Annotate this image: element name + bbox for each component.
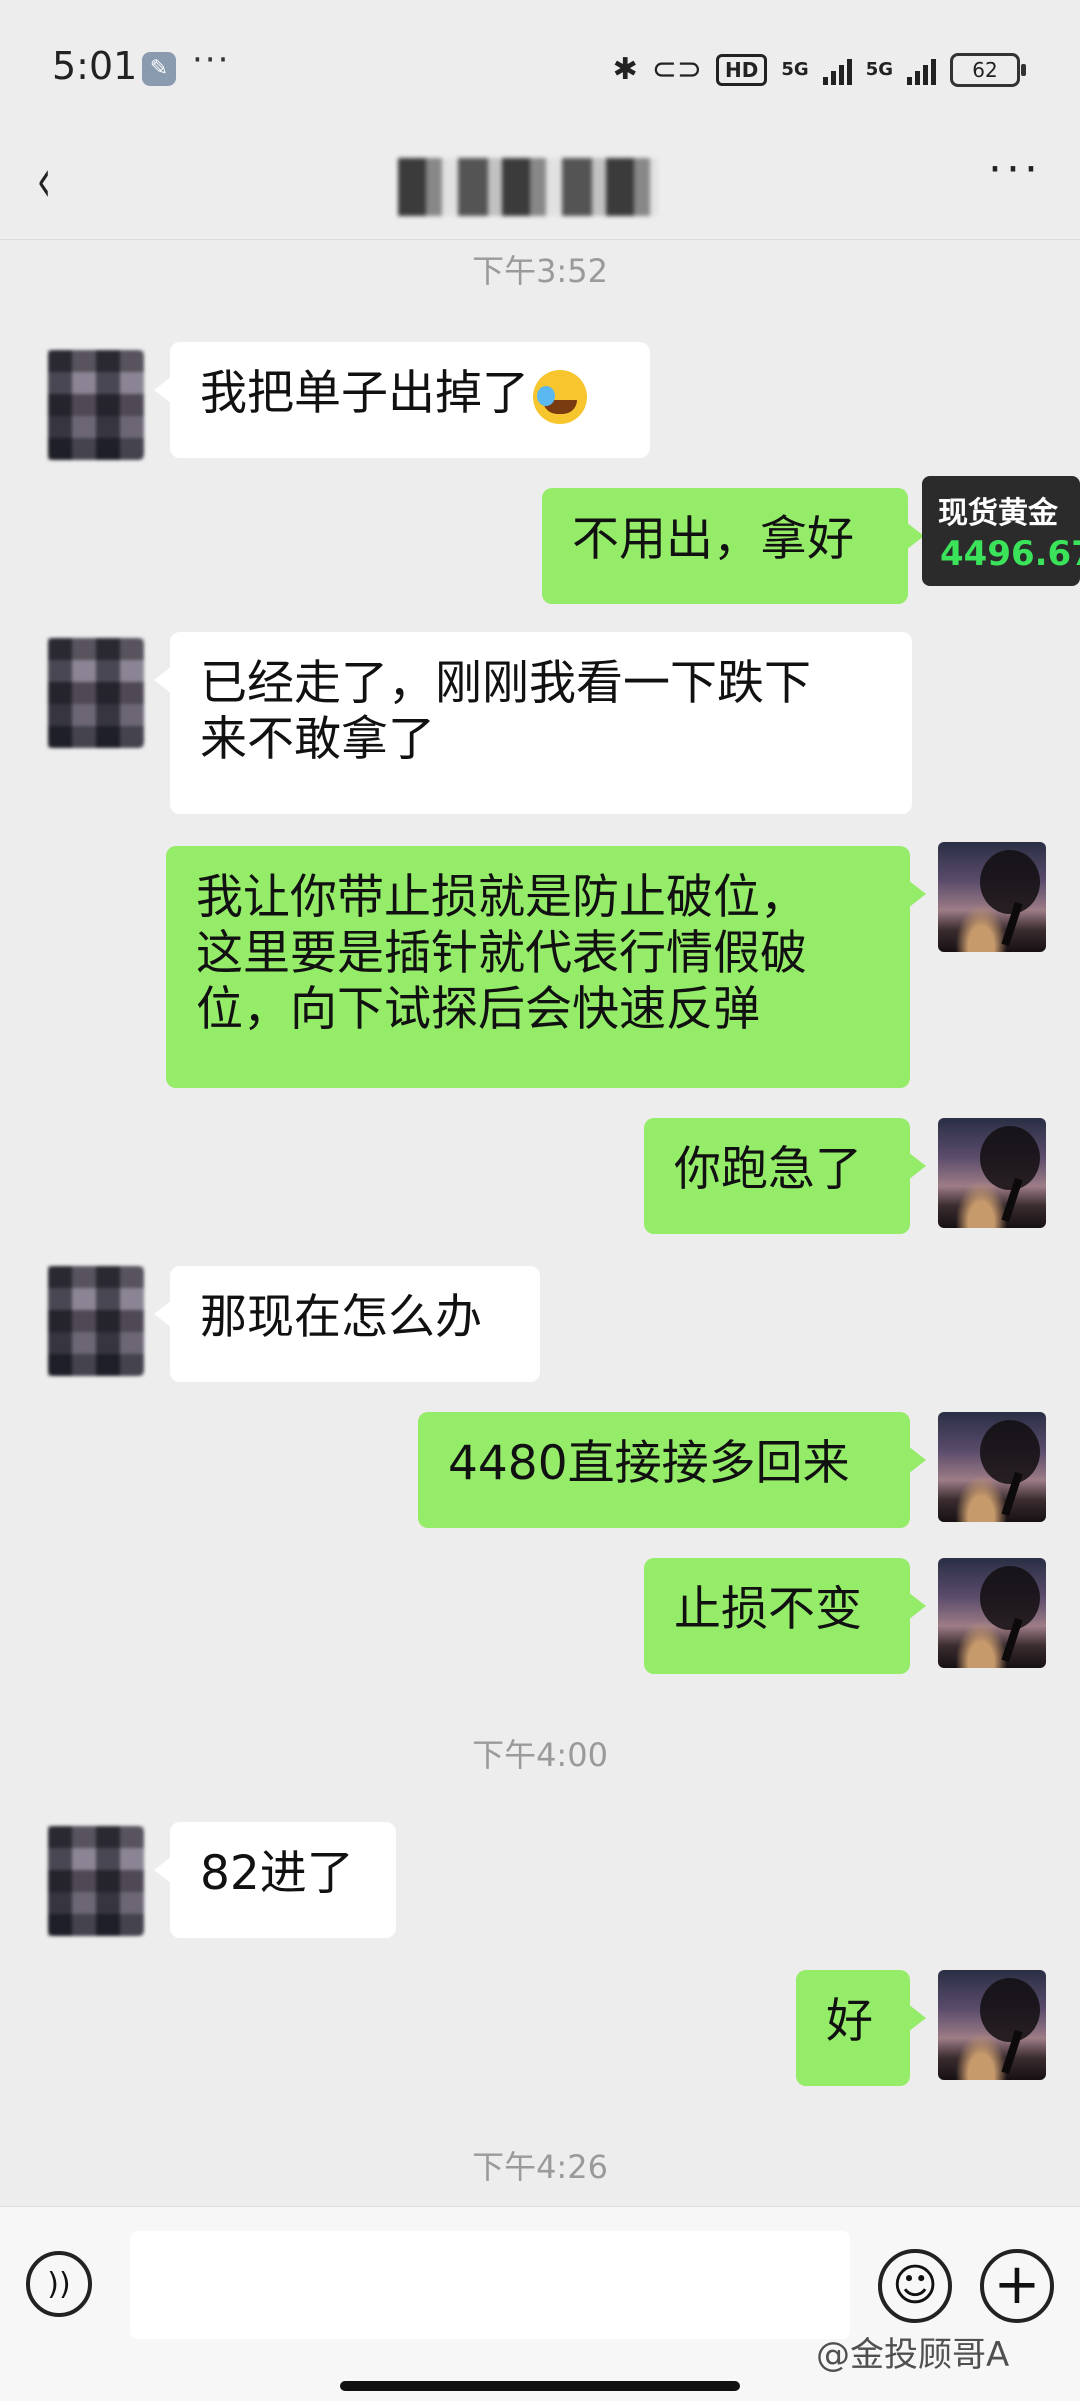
- message-text: 我让你带止损就是防止破位， 这里要是插针就代表行情假破 位，向下试探后会快速反弹: [196, 870, 807, 1037]
- status-icons: ✱ ⊂⊃ HD 5G 5G 62: [612, 52, 1026, 87]
- message-input[interactable]: [130, 2231, 850, 2339]
- message-text: 已经走了，刚刚我看一下跌下 来不敢拿了: [200, 656, 811, 767]
- network-label-1: 5G: [781, 59, 809, 80]
- message-bubble-sent[interactable]: 不用出，拿好: [542, 488, 924, 604]
- message-text: 我把单子出掉了: [200, 366, 529, 421]
- chat-header: ‹ ···: [0, 140, 1080, 240]
- contact-name-blurred: [398, 158, 658, 216]
- message-text: 82进了: [200, 1846, 354, 1901]
- timestamp: 下午3:52: [472, 252, 608, 290]
- my-avatar[interactable]: [938, 1558, 1046, 1668]
- home-indicator[interactable]: [340, 2381, 740, 2391]
- message-bubble-received[interactable]: 82进了: [154, 1822, 396, 1938]
- message-text: 那现在怎么办: [200, 1290, 482, 1345]
- back-icon[interactable]: ‹: [37, 146, 51, 216]
- message-bubble-received[interactable]: 那现在怎么办: [154, 1266, 540, 1382]
- status-time: 5:01: [52, 44, 138, 88]
- ticker-price: 4496.67: [940, 534, 1080, 574]
- timestamp: 下午4:00: [472, 1736, 608, 1774]
- my-avatar[interactable]: [938, 1412, 1046, 1522]
- ticker-label: 现货黄金: [938, 496, 1058, 531]
- message-text: 你跑急了: [674, 1142, 862, 1197]
- message-text: 好: [826, 1994, 873, 2049]
- voice-input-icon[interactable]: )): [26, 2251, 92, 2317]
- message-bubble-sent[interactable]: 好: [796, 1970, 926, 2086]
- my-avatar[interactable]: [938, 842, 1046, 952]
- my-avatar[interactable]: [938, 1118, 1046, 1228]
- message-text: 不用出，拿好: [572, 512, 854, 567]
- contact-avatar[interactable]: [48, 1266, 144, 1376]
- watermark: @金投顾哥A: [816, 2335, 1010, 2375]
- signal-icon: [822, 55, 852, 85]
- signal-icon-2: [907, 55, 936, 85]
- contact-avatar[interactable]: [48, 350, 144, 460]
- timestamp: 下午4:26: [472, 2148, 608, 2186]
- message-bubble-sent[interactable]: 你跑急了: [644, 1118, 926, 1234]
- network-label-2: 5G: [865, 59, 893, 80]
- status-bar: 5:01 ✎ ··· ✱ ⊂⊃ HD 5G 5G 62: [0, 0, 1080, 140]
- message-bubble-received[interactable]: 已经走了，刚刚我看一下跌下 来不敢拿了: [154, 632, 912, 814]
- link-icon: ⊂⊃: [651, 52, 703, 87]
- battery-icon: 62: [950, 52, 1026, 87]
- emoji-icon[interactable]: ☺: [878, 2249, 952, 2323]
- wrench-icon: ✎: [142, 52, 176, 86]
- message-text: 止损不变: [674, 1582, 862, 1637]
- header-divider: [0, 239, 1080, 240]
- my-avatar[interactable]: [938, 1970, 1046, 2080]
- notification-more-icon: ···: [192, 40, 231, 80]
- more-icon[interactable]: ···: [988, 144, 1042, 195]
- gold-price-ticker: 现货黄金 4496.67: [922, 476, 1080, 586]
- message-bubble-sent[interactable]: 4480直接接多回来: [418, 1412, 926, 1528]
- input-bar: )) ☺ + @金投顾哥A: [0, 2206, 1080, 2401]
- message-text: 4480直接接多回来: [448, 1436, 850, 1491]
- message-bubble-sent[interactable]: 止损不变: [644, 1558, 926, 1674]
- plus-icon[interactable]: +: [980, 2249, 1054, 2323]
- message-bubble-sent[interactable]: 我让你带止损就是防止破位， 这里要是插针就代表行情假破 位，向下试探后会快速反弹: [166, 846, 926, 1088]
- message-bubble-received[interactable]: 我把单子出掉了: [154, 342, 650, 458]
- contact-avatar[interactable]: [48, 638, 144, 748]
- bluetooth-icon: ✱: [612, 52, 638, 87]
- hd-icon: HD: [716, 53, 768, 86]
- facepalm-emoji-icon: [533, 369, 587, 424]
- contact-avatar[interactable]: [48, 1826, 144, 1936]
